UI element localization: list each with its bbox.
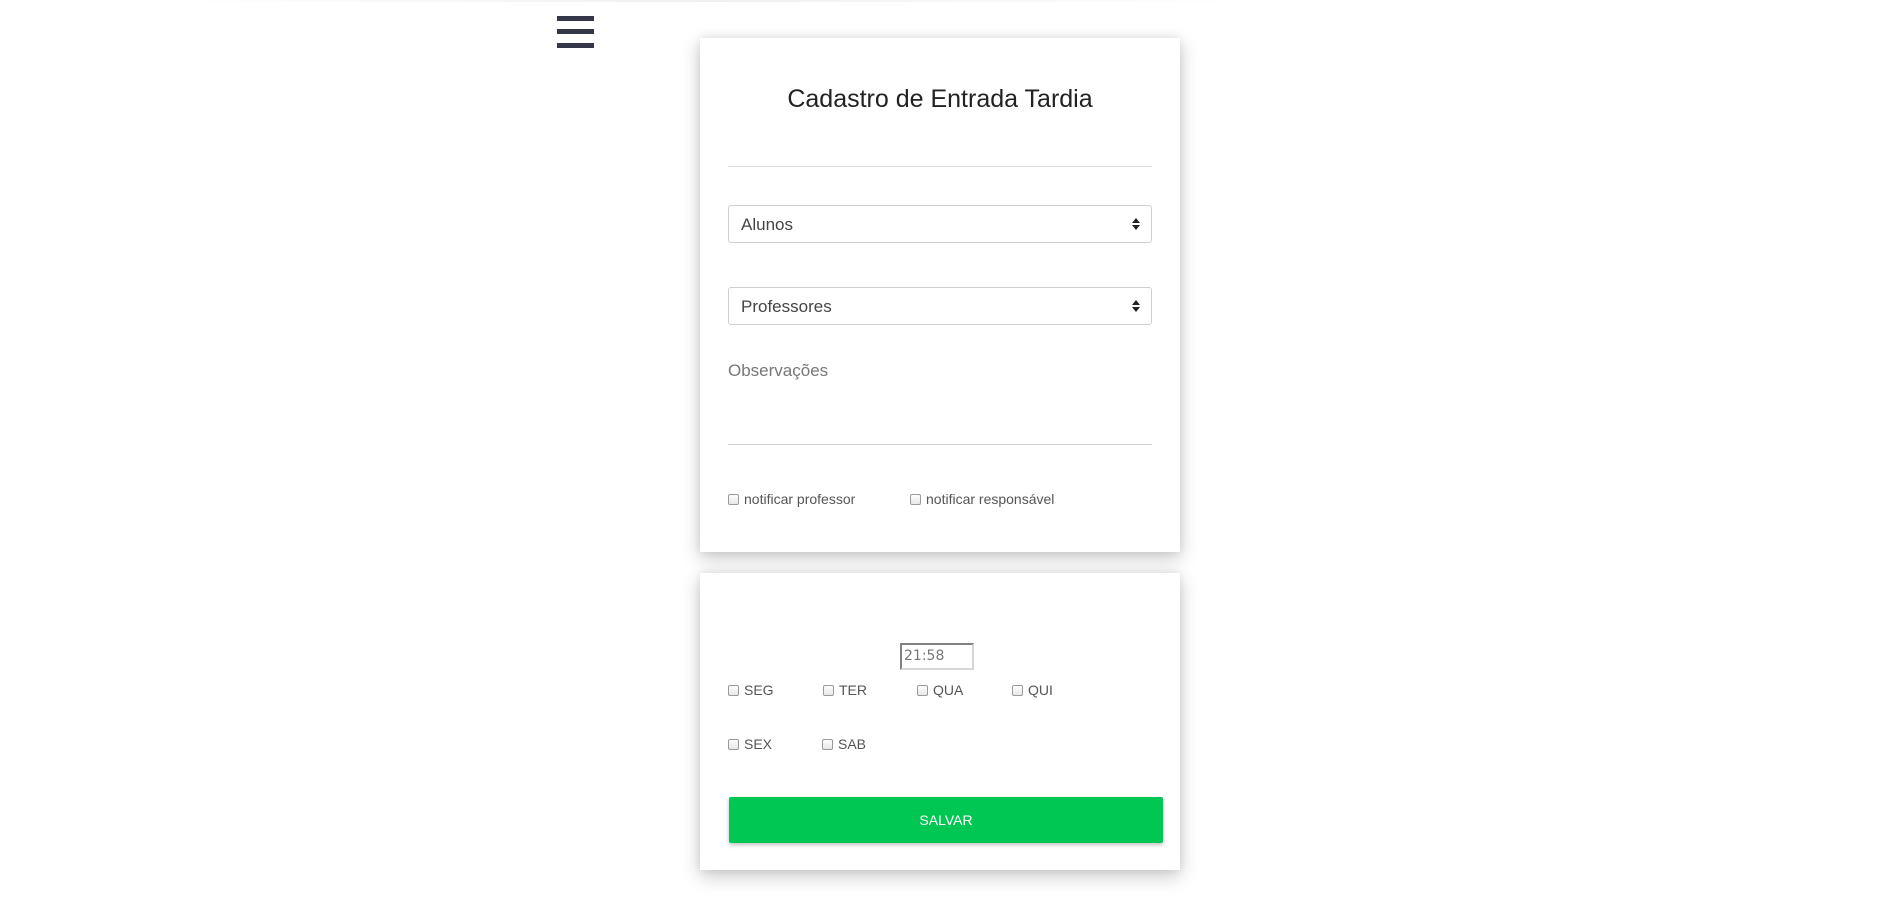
day-label: TER xyxy=(839,682,867,698)
select-arrows-icon xyxy=(1132,299,1140,313)
menu-icon[interactable] xyxy=(557,16,594,49)
select-arrows-icon xyxy=(1132,217,1140,231)
menu-bar xyxy=(557,16,594,21)
day-checkbox-qui[interactable]: QUI xyxy=(1012,682,1053,698)
day-label: QUA xyxy=(933,682,964,698)
day-checkbox-seg[interactable]: SEG xyxy=(728,682,774,698)
checkbox-box[interactable] xyxy=(910,493,921,505)
notify-teacher-label: notificar professor xyxy=(744,491,856,507)
day-checkbox-sab[interactable]: SAB xyxy=(822,736,866,752)
day-label: SEX xyxy=(744,736,773,752)
observations-textarea[interactable] xyxy=(728,388,1152,445)
checkbox-box[interactable] xyxy=(728,684,739,696)
schedule-card: 21:58 SEG TER QUA QUI SEX SAB SALVAR xyxy=(700,573,1180,870)
checkbox-box[interactable] xyxy=(917,684,928,696)
day-checkbox-qua[interactable]: QUA xyxy=(917,682,963,698)
day-label: QUI xyxy=(1028,682,1053,698)
teachers-select-value: Professores xyxy=(741,297,832,316)
observations-label: Observações xyxy=(728,361,829,380)
day-checkbox-sex[interactable]: SEX xyxy=(728,736,772,752)
checkbox-box[interactable] xyxy=(1012,684,1023,696)
notify-guardian-label: notificar responsável xyxy=(926,491,1055,507)
students-select[interactable]: Alunos xyxy=(728,205,1152,243)
checkbox-box[interactable] xyxy=(822,738,833,750)
registration-card: Cadastro de Entrada Tardia Alunos Profes… xyxy=(700,38,1180,552)
title-divider xyxy=(728,166,1152,167)
time-input[interactable]: 21:58 xyxy=(900,643,974,670)
notify-teacher-checkbox[interactable]: notificar professor xyxy=(728,491,855,507)
day-label: SAB xyxy=(838,736,867,752)
page-title: Cadastro de Entrada Tardia xyxy=(787,85,1093,113)
menu-bar xyxy=(557,29,594,34)
teachers-select[interactable]: Professores xyxy=(728,287,1152,325)
checkbox-box[interactable] xyxy=(728,738,739,750)
checkbox-box[interactable] xyxy=(728,493,739,505)
notify-guardian-checkbox[interactable]: notificar responsável xyxy=(910,491,1054,507)
students-select-value: Alunos xyxy=(741,215,793,234)
save-button[interactable]: SALVAR xyxy=(729,797,1163,843)
checkbox-box[interactable] xyxy=(823,684,834,696)
day-checkbox-ter[interactable]: TER xyxy=(823,682,867,698)
menu-bar xyxy=(557,43,594,48)
day-label: SEG xyxy=(744,682,774,698)
top-divider xyxy=(150,0,1270,2)
